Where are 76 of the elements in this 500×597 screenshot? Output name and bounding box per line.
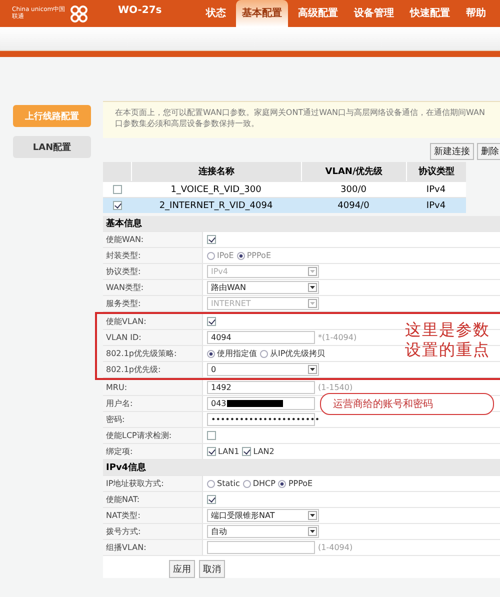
- select-field[interactable]: 端口受限锥形NAT: [207, 509, 319, 522]
- table-button[interactable]: 新建连接: [430, 143, 474, 160]
- checkbox[interactable]: [207, 317, 216, 326]
- logo-icon: [68, 4, 90, 22]
- form-button[interactable]: 取消: [199, 560, 225, 578]
- field-label: 拨号方式:: [103, 524, 203, 539]
- row-checkbox[interactable]: [112, 201, 122, 210]
- field-label: 绑定项:: [103, 444, 203, 459]
- section-title: IPv4信息: [105, 462, 146, 474]
- hint-text: (1-4094): [318, 543, 353, 552]
- notice-text: 在本页面上，您可以配置WAN口参数。家庭网关ONT通过WAN口与高层网络设备通信，在通信期间WAN口参数集必须和高层设备参数保持一致。: [103, 101, 500, 138]
- input-field[interactable]: [207, 541, 315, 554]
- table-button[interactable]: 删除: [477, 143, 500, 160]
- caret-icon: [310, 514, 315, 517]
- input-field[interactable]: 1492: [207, 381, 315, 394]
- radio-option[interactable]: DHCP: [242, 479, 276, 488]
- field-label: WAN类型:: [103, 280, 203, 295]
- field-label: 用户名:: [103, 396, 203, 411]
- checkbox-option[interactable]: LAN2: [242, 447, 274, 456]
- table-cell: 300/0: [301, 181, 406, 197]
- input-field[interactable]: 4094: [207, 331, 315, 344]
- table-cell: IPv4: [406, 181, 466, 197]
- table-cell: 2_INTERNET_R_VID_4094: [131, 197, 301, 213]
- column-header: 连接名称: [131, 162, 301, 181]
- field-label: 使能NAT:: [103, 492, 203, 507]
- radio-option[interactable]: PPPoE: [278, 479, 313, 488]
- nav-tab[interactable]: 基本配置: [236, 0, 288, 27]
- column-header: 协议类型: [406, 162, 466, 181]
- field-label: 使能VLAN:: [103, 314, 203, 329]
- checkbox[interactable]: [207, 235, 216, 244]
- input-field[interactable]: 043: [207, 397, 315, 410]
- checkbox[interactable]: [207, 431, 216, 440]
- checkbox-option[interactable]: LAN1: [207, 447, 240, 456]
- field-label: 服务类型:: [103, 296, 203, 311]
- radio-option[interactable]: 从IP优先级拷贝: [260, 348, 326, 359]
- table-cell: 4094/0: [301, 197, 406, 213]
- radio-option[interactable]: 使用指定值: [207, 348, 257, 359]
- field-label: 协议类型:: [103, 264, 203, 279]
- select-field[interactable]: 0: [207, 363, 319, 376]
- field-label: VLAN ID:: [103, 330, 203, 345]
- field-label: 使能LCP请求检测:: [103, 428, 203, 443]
- field-label: 封装类型:: [103, 248, 203, 263]
- table-cell: 1_VOICE_R_VID_300: [131, 181, 301, 197]
- field-label: IP地址获取方式:: [103, 476, 203, 491]
- caret-icon: [310, 270, 315, 273]
- column-header: VLAN/优先级: [301, 162, 406, 181]
- hint-text: (1-1540): [318, 383, 353, 392]
- table-cell: IPv4: [406, 197, 466, 213]
- nav-tab[interactable]: 高级配置: [292, 0, 344, 27]
- nav-tab[interactable]: 设备管理: [348, 0, 400, 27]
- annotation-text: 这里是参数设置的重点: [405, 320, 491, 360]
- select-field[interactable]: 自动: [207, 525, 319, 538]
- field-label: 使能WAN:: [103, 232, 203, 247]
- field-label: 802.1p优先级策略:: [103, 346, 203, 361]
- caret-icon: [310, 368, 315, 371]
- field-label: 802.1p优先级:: [103, 362, 203, 377]
- field-label: MRU:: [103, 380, 203, 395]
- checkbox[interactable]: [207, 495, 216, 504]
- caret-icon: [310, 302, 315, 305]
- caret-icon: [310, 286, 315, 289]
- nav-tab[interactable]: 帮助: [460, 0, 492, 27]
- field-label: 密码:: [103, 412, 203, 427]
- nav-tab[interactable]: 状态: [200, 0, 232, 27]
- sidebar-item[interactable]: LAN配置: [13, 136, 91, 158]
- field-label: 组播VLAN:: [103, 540, 203, 555]
- row-checkbox[interactable]: [112, 185, 122, 194]
- radio-option[interactable]: Static: [207, 479, 240, 488]
- form-button[interactable]: 应用: [169, 560, 195, 578]
- nav-tab[interactable]: 快速配置: [404, 0, 456, 27]
- caret-icon: [310, 530, 315, 533]
- callout-bubble: 运营商给的账号和密码: [320, 393, 494, 415]
- field-label: NAT类型:: [103, 508, 203, 523]
- section-title: 基本信息: [105, 217, 142, 230]
- hint-text: *(1-4094): [318, 333, 357, 342]
- select-field[interactable]: 路由WAN: [207, 281, 319, 294]
- model-name: WO-27s: [118, 5, 162, 16]
